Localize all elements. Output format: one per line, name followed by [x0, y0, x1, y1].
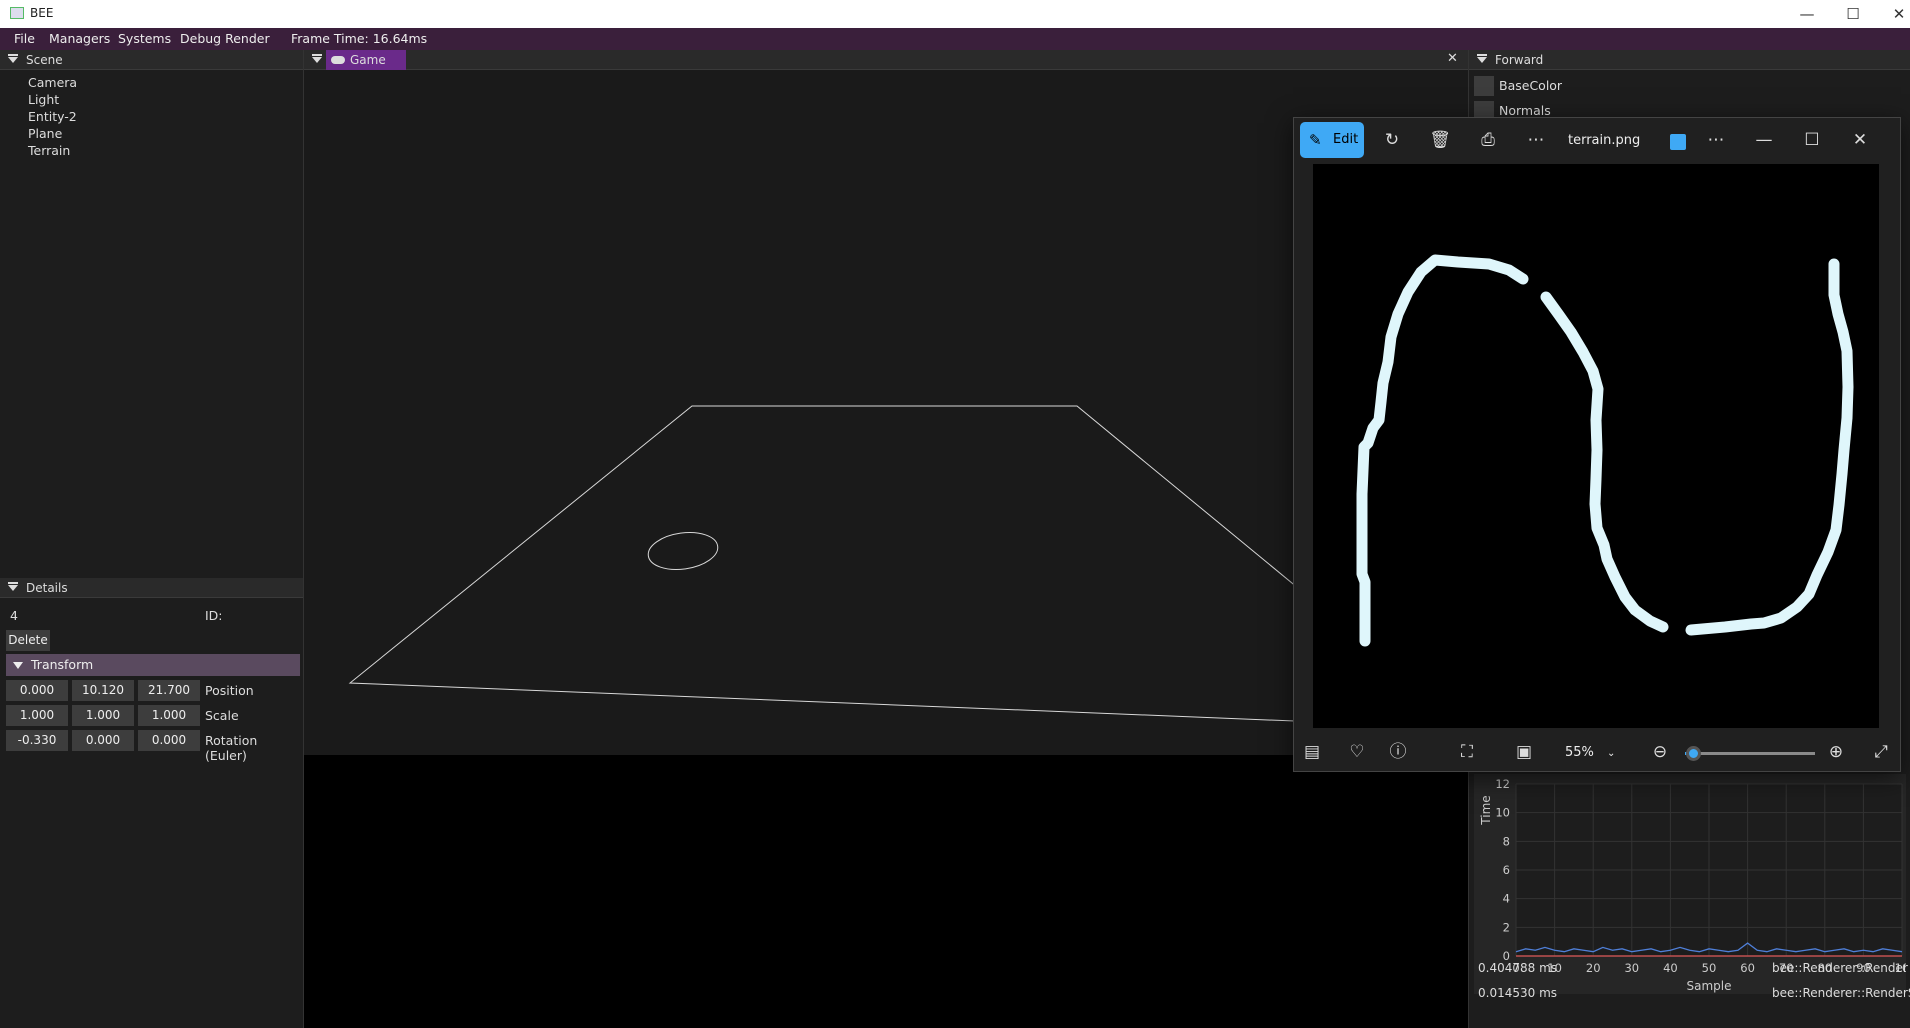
details-panel: Details 4 ID: Delete Transform 0.000 10.…: [0, 578, 304, 1028]
rotation-x-field[interactable]: -0.330: [6, 730, 68, 751]
y-tick-label: 2: [1503, 920, 1510, 934]
x-tick-label: 20: [1586, 961, 1601, 975]
y-tick-label: 6: [1503, 863, 1510, 877]
scale-z-field[interactable]: 1.000: [138, 705, 200, 726]
profiler-row-name: bee::Renderer::RenderSha: [1772, 986, 1910, 1000]
collapse-icon[interactable]: [8, 54, 18, 63]
close-icon[interactable]: ✕: [1844, 124, 1876, 156]
scale-x-field[interactable]: 1.000: [6, 705, 68, 726]
close-icon[interactable]: ✕: [1876, 0, 1910, 28]
title-bar: BEE — ☐ ✕: [0, 0, 1910, 28]
profiler-row-time: 0.404788 ms: [1478, 961, 1558, 975]
x-tick-label: 50: [1702, 961, 1717, 975]
game-panel-header: Game ✕: [304, 50, 1468, 70]
x-tick-label: 40: [1663, 961, 1678, 975]
more-icon[interactable]: ⋯: [1520, 124, 1552, 156]
maximize-icon[interactable]: ☐: [1830, 0, 1876, 28]
scale-label: Scale: [205, 708, 239, 723]
app-icon: [10, 7, 24, 19]
edit-icon: ✎: [1309, 131, 1322, 149]
maximize-icon[interactable]: ☐: [1796, 124, 1828, 156]
rotate-icon[interactable]: ↻: [1376, 124, 1408, 156]
scene-item-entity-2[interactable]: Entity-2: [28, 109, 77, 124]
profiler-row-name: bee::Renderer::Render: [1772, 961, 1908, 975]
id-label: ID:: [205, 608, 223, 623]
basecolor-checkbox[interactable]: [1474, 76, 1494, 96]
zoom-dropdown[interactable]: 55% ⌄: [1565, 742, 1623, 764]
scene-panel-header: Scene: [0, 50, 303, 70]
delete-button[interactable]: Delete: [6, 630, 50, 651]
scene-item-plane[interactable]: Plane: [28, 126, 62, 141]
scene-panel: Scene Camera Light Entity-2 Plane Terrai…: [0, 50, 304, 578]
viewer-filename: terrain.png: [1568, 133, 1641, 148]
window-title: BEE: [30, 6, 54, 20]
x-tick-label: 60: [1740, 961, 1755, 975]
print-icon[interactable]: ⎙: [1472, 124, 1504, 156]
frame-time: Frame Time: 16.64ms: [291, 31, 428, 46]
details-panel-header: Details: [0, 578, 303, 598]
position-label: Position: [205, 683, 254, 698]
heart-icon[interactable]: ♡: [1341, 736, 1373, 768]
x-tick-label: 30: [1624, 961, 1639, 975]
fullscreen-icon[interactable]: ⤢: [1865, 736, 1897, 768]
zoom-slider[interactable]: [1685, 746, 1815, 761]
y-tick-label: 12: [1495, 777, 1510, 791]
scene-item-light[interactable]: Light: [28, 92, 59, 107]
rotation-y-field[interactable]: 0.000: [72, 730, 134, 751]
collapse-icon[interactable]: [1477, 54, 1487, 63]
filmstrip-icon[interactable]: ▤: [1296, 736, 1328, 768]
gamepad-icon: [331, 56, 345, 64]
collapse-icon[interactable]: [8, 582, 18, 591]
zoom-out-icon[interactable]: ⊖: [1644, 736, 1676, 768]
scene-item-camera[interactable]: Camera: [28, 75, 77, 90]
zoom-slider-thumb[interactable]: [1685, 746, 1701, 761]
scene-panel-title: Scene: [26, 53, 63, 67]
zoom-in-icon[interactable]: ⊕: [1820, 736, 1852, 768]
menu-debug-render[interactable]: Debug Render: [180, 31, 270, 46]
y-tick-label: 4: [1503, 892, 1510, 906]
transform-label: Transform: [31, 657, 94, 672]
photo-viewer-window: ✎ Edit ↻ 🗑 ⎙ ⋯ terrain.png ⋯ — ☐ ✕ ▤ ♡ ⓘ…: [1293, 117, 1901, 772]
crop-icon[interactable]: ⛶: [1451, 736, 1483, 768]
zoom-value: 55%: [1565, 745, 1594, 760]
menu-systems[interactable]: Systems: [118, 31, 171, 46]
scale-y-field[interactable]: 1.000: [72, 705, 134, 726]
y-axis-label: Time: [1479, 795, 1493, 825]
info-icon[interactable]: ⓘ: [1382, 736, 1414, 768]
position-y-field[interactable]: 10.120: [72, 680, 134, 701]
expand-icon: [13, 662, 23, 669]
edit-button[interactable]: ✎ Edit: [1300, 122, 1364, 158]
chevron-down-icon: ⌄: [1607, 748, 1616, 759]
minimize-icon[interactable]: —: [1748, 124, 1780, 156]
forward-panel-title: Forward: [1495, 53, 1544, 67]
buffer-normals: Normals: [1499, 103, 1551, 118]
edit-label: Edit: [1333, 132, 1359, 147]
image-canvas[interactable]: [1313, 164, 1879, 728]
image-icon[interactable]: [1670, 134, 1686, 150]
forward-panel-header: Forward: [1469, 50, 1910, 70]
entity-id-value: 4: [10, 608, 18, 623]
menu-file[interactable]: File: [14, 31, 35, 46]
position-z-field[interactable]: 21.700: [138, 680, 200, 701]
details-panel-title: Details: [26, 581, 68, 595]
actual-size-icon[interactable]: ▣: [1508, 736, 1540, 768]
close-tab-icon[interactable]: ✕: [1447, 51, 1458, 66]
delete-icon[interactable]: 🗑: [1424, 124, 1456, 156]
transform-header[interactable]: Transform: [6, 654, 300, 676]
y-tick-label: 10: [1495, 806, 1510, 820]
menu-managers[interactable]: Managers: [49, 31, 110, 46]
x-axis-label: Sample: [1687, 979, 1732, 993]
scene-item-terrain[interactable]: Terrain: [28, 143, 70, 158]
collapse-icon[interactable]: [312, 54, 322, 63]
minimize-icon[interactable]: —: [1784, 0, 1830, 28]
menu-bar: File Managers Systems Debug Render Frame…: [0, 28, 1910, 50]
profiler-row-time: 0.014530 ms: [1478, 986, 1558, 1000]
rotation-label: Rotation (Euler): [205, 733, 258, 763]
more-icon[interactable]: ⋯: [1700, 124, 1732, 156]
y-tick-label: 8: [1503, 834, 1510, 848]
rotation-z-field[interactable]: 0.000: [138, 730, 200, 751]
position-x-field[interactable]: 0.000: [6, 680, 68, 701]
buffer-basecolor: BaseColor: [1499, 78, 1563, 93]
